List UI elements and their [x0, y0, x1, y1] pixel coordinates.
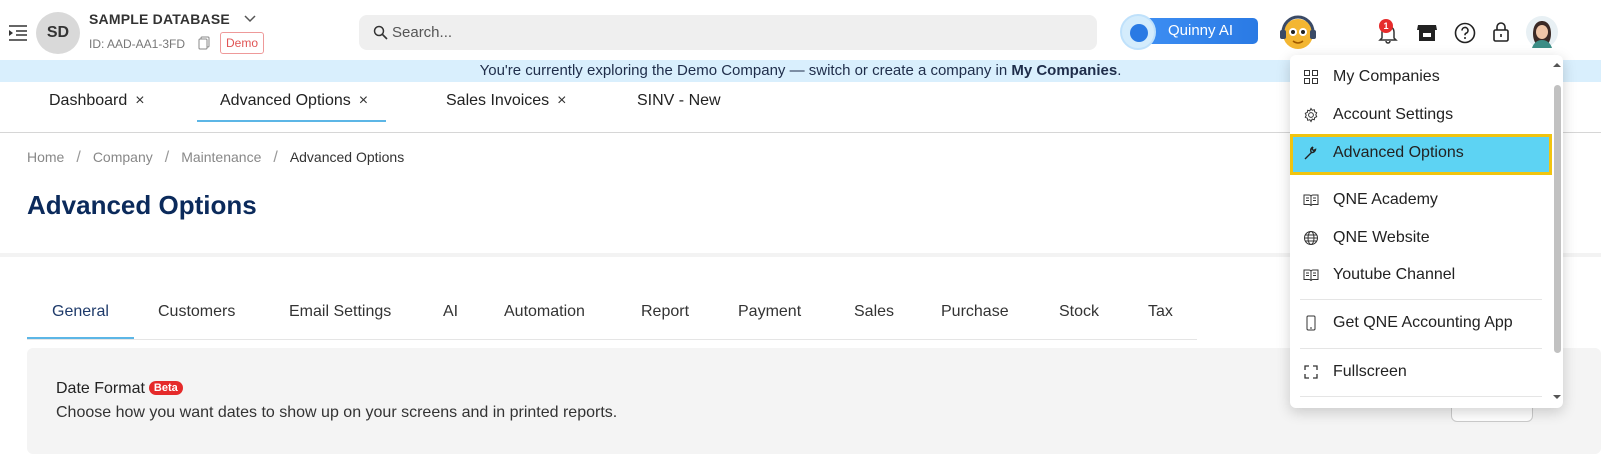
page-title: Advanced Options — [27, 190, 257, 220]
tab-report[interactable]: Report — [641, 290, 689, 339]
globe-icon — [1304, 231, 1318, 245]
chevron-down-icon[interactable] — [243, 12, 257, 26]
tab-label: Advanced Options — [220, 92, 351, 109]
assistant-mascot-icon[interactable] — [1276, 12, 1320, 52]
menu-item-label: My Companies — [1333, 68, 1440, 85]
book-icon — [1303, 194, 1319, 207]
menu-item-account-settings[interactable]: Account Settings — [1290, 96, 1552, 134]
menu-item-label: QNE Academy — [1333, 191, 1438, 208]
menu-item-label: Get QNE Accounting App — [1333, 314, 1513, 331]
help-icon[interactable] — [1454, 22, 1476, 44]
menu-toggle-icon[interactable] — [8, 24, 28, 42]
database-id: ID: AAD-AA1-3FD — [89, 37, 186, 51]
tab-payment[interactable]: Payment — [738, 290, 801, 339]
breadcrumb-home[interactable]: Home — [27, 149, 64, 165]
tab-ai[interactable]: AI — [443, 290, 458, 339]
menu-item-fullscreen[interactable]: Fullscreen — [1290, 353, 1552, 391]
tab-customers[interactable]: Customers — [158, 290, 235, 339]
menu-item-qne-website[interactable]: QNE Website — [1290, 219, 1552, 257]
database-name[interactable]: SAMPLE DATABASE — [89, 11, 230, 27]
book-icon — [1303, 269, 1319, 282]
menu-divider — [1300, 396, 1542, 397]
grid-icon — [1304, 70, 1318, 84]
date-format-label: Date Format — [56, 380, 145, 397]
menu-item-label: Advanced Options — [1333, 144, 1464, 161]
user-menu-dropdown: My Companies Account Settings Advanced O… — [1290, 55, 1563, 408]
tab-email-settings[interactable]: Email Settings — [289, 290, 391, 339]
lock-icon[interactable] — [1491, 21, 1511, 43]
fullscreen-icon — [1304, 365, 1318, 379]
tab-label: Sales Invoices — [446, 92, 550, 109]
banner-suffix: . — [1117, 62, 1122, 79]
user-avatar[interactable] — [1526, 16, 1558, 48]
tab-stock[interactable]: Stock — [1059, 290, 1099, 339]
breadcrumb-current: Advanced Options — [289, 149, 405, 165]
menu-scrollbar[interactable] — [1552, 59, 1562, 404]
search-box[interactable] — [359, 15, 1097, 50]
tab-purchase[interactable]: Purchase — [941, 290, 1009, 339]
store-icon[interactable] — [1416, 22, 1438, 42]
scroll-up-icon[interactable] — [1553, 61, 1561, 69]
menu-item-my-companies[interactable]: My Companies — [1290, 58, 1552, 96]
tab-sales-invoices[interactable]: Sales Invoices × — [446, 82, 567, 122]
menu-item-label: Youtube Channel — [1333, 266, 1456, 283]
breadcrumb-separator: / — [76, 149, 81, 166]
menu-divider — [1300, 348, 1542, 349]
menu-item-label: Fullscreen — [1333, 363, 1407, 380]
top-bar: SD SAMPLE DATABASE ID: AAD-AA1-3FD Demo … — [0, 0, 1601, 60]
wrench-icon — [1304, 146, 1317, 160]
tab-label: SINV - New — [637, 92, 721, 109]
demo-badge: Demo — [220, 32, 265, 54]
quinny-ai-label: Quinny AI — [1142, 18, 1258, 44]
quinny-ai-button[interactable]: Quinny AI — [1120, 14, 1260, 50]
scrollbar-thumb[interactable] — [1554, 85, 1561, 353]
menu-item-get-app[interactable]: Get QNE Accounting App — [1290, 304, 1552, 342]
menu-divider — [1300, 299, 1542, 300]
breadcrumb-separator: / — [164, 149, 170, 166]
menu-item-advanced-options[interactable]: Advanced Options — [1290, 134, 1552, 175]
phone-icon — [1306, 315, 1316, 331]
menu-item-label: Account Settings — [1333, 106, 1454, 123]
breadcrumb: Home / Company / Maintenance / Advanced Option… — [27, 149, 404, 167]
breadcrumb-maintenance[interactable]: Maintenance — [181, 149, 261, 165]
notification-badge: 1 — [1379, 19, 1393, 33]
tab-sales[interactable]: Sales — [854, 290, 894, 339]
close-icon[interactable]: × — [359, 82, 368, 120]
date-format-title: Date Format Beta — [56, 380, 183, 398]
tab-sinv-new[interactable]: SINV - New — [637, 82, 721, 122]
menu-item-youtube-channel[interactable]: Youtube Channel — [1290, 256, 1552, 294]
search-input[interactable] — [392, 15, 1082, 50]
tab-tax[interactable]: Tax — [1148, 290, 1173, 339]
company-avatar[interactable]: SD — [36, 12, 80, 54]
scroll-down-icon[interactable] — [1553, 393, 1561, 401]
breadcrumb-separator: / — [273, 149, 278, 166]
tab-general[interactable]: General — [27, 290, 134, 339]
options-tabs: General Customers Email Settings AI Auto… — [27, 290, 1197, 340]
copy-icon[interactable] — [198, 36, 210, 50]
search-icon — [373, 25, 388, 40]
tab-advanced-options[interactable]: Advanced Options × — [197, 82, 386, 122]
menu-item-label: QNE Website — [1333, 229, 1430, 246]
banner-text: You're currently exploring the Demo Comp… — [479, 62, 1012, 79]
beta-badge: Beta — [148, 381, 183, 395]
date-format-description: Choose how you want dates to show up on … — [56, 404, 618, 421]
tab-label: Dashboard — [49, 92, 128, 109]
breadcrumb-company[interactable]: Company — [93, 149, 153, 165]
quinny-ai-icon — [1120, 14, 1156, 50]
menu-item-qne-academy[interactable]: QNE Academy — [1290, 181, 1552, 219]
close-icon[interactable]: × — [557, 82, 566, 120]
gear-icon — [1304, 107, 1318, 123]
my-companies-link[interactable]: My Companies — [1011, 62, 1117, 79]
close-icon[interactable]: × — [135, 82, 144, 120]
tab-dashboard[interactable]: Dashboard × — [49, 82, 145, 122]
tab-automation[interactable]: Automation — [504, 290, 585, 339]
